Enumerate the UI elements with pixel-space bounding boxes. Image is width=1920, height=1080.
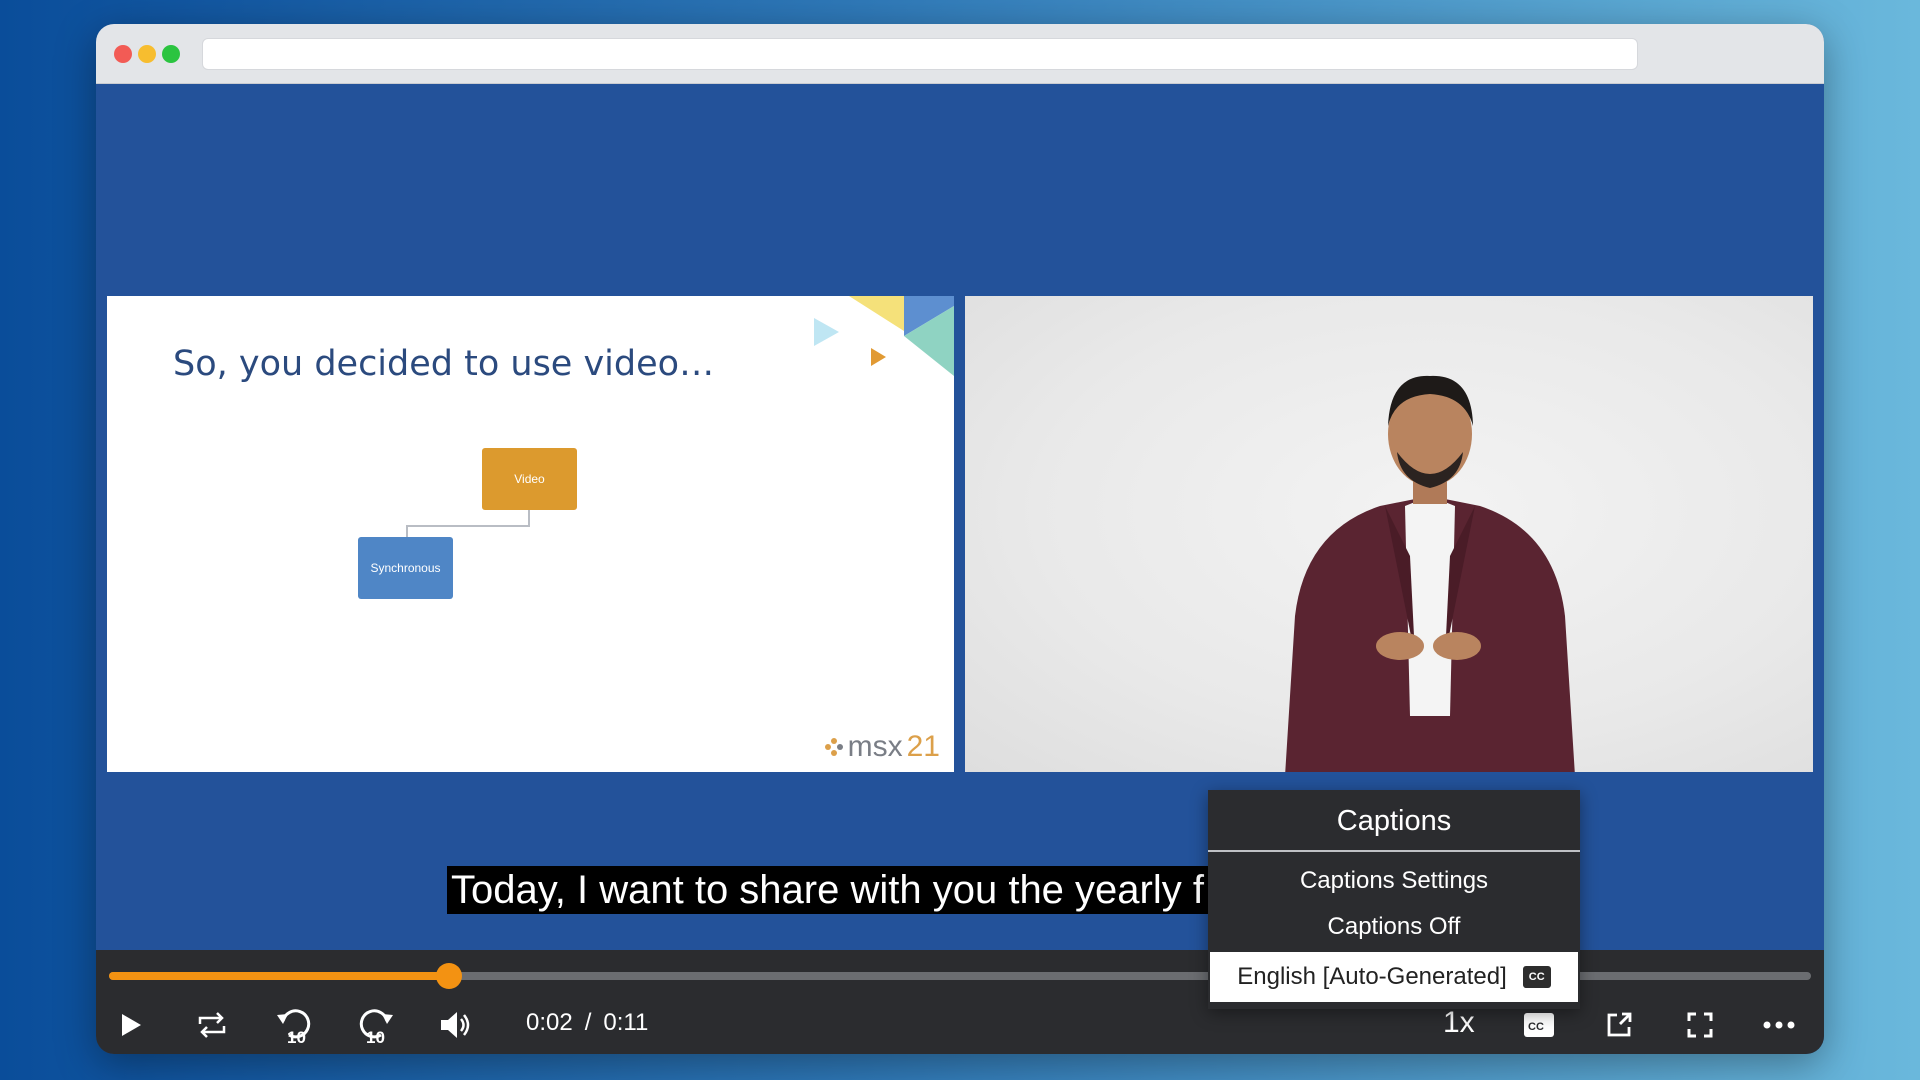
time-display: 0:02 / 0:11 xyxy=(526,1009,648,1037)
browser-toolbar xyxy=(96,24,1824,84)
volume-button[interactable] xyxy=(438,1005,474,1045)
msx21-logo: msx 21 xyxy=(824,730,940,764)
captions-button[interactable]: CC xyxy=(1522,1005,1556,1045)
seek-bar-progress xyxy=(109,972,450,980)
popout-button[interactable] xyxy=(1604,1005,1634,1045)
current-time: 0:02 xyxy=(526,1009,573,1036)
duration: 0:11 xyxy=(603,1009,649,1036)
presenter-video-panel xyxy=(965,296,1813,772)
logo-mark-icon xyxy=(824,738,843,756)
playback-speed-button[interactable]: 1x xyxy=(1443,1006,1475,1040)
more-options-button[interactable] xyxy=(1762,1005,1796,1045)
logo-number: 21 xyxy=(906,730,940,763)
more-icon xyxy=(1763,1021,1795,1029)
svg-text:10: 10 xyxy=(366,1028,385,1045)
loop-button[interactable] xyxy=(194,1005,230,1045)
slide-panel: So, you decided to use video… Video Sync… xyxy=(107,296,954,772)
diagram-connector xyxy=(406,510,530,527)
close-window-button[interactable] xyxy=(114,45,132,63)
volume-icon xyxy=(441,1012,470,1038)
diagram-connector xyxy=(406,525,408,537)
address-bar[interactable] xyxy=(202,38,1638,70)
rewind-10-icon: 10 xyxy=(277,1009,311,1045)
diagram-box-video: Video xyxy=(482,448,577,510)
captions-english-auto-item[interactable]: English [Auto-Generated] CC xyxy=(1210,952,1578,1002)
loop-icon xyxy=(198,1012,226,1038)
captions-menu-title: Captions xyxy=(1208,790,1580,852)
forward-10-icon: 10 xyxy=(359,1009,393,1045)
captions-settings-item[interactable]: Captions Settings xyxy=(1208,858,1580,904)
play-icon xyxy=(122,1014,141,1036)
cc-badge-icon: CC xyxy=(1522,966,1551,988)
captions-menu: Captions Captions Settings Captions Off … xyxy=(1208,790,1580,1009)
time-separator: / xyxy=(584,1009,592,1036)
svg-text:10: 10 xyxy=(287,1028,306,1045)
play-button[interactable] xyxy=(116,1005,146,1045)
slide-title: So, you decided to use video… xyxy=(173,344,715,384)
popout-icon xyxy=(1607,1012,1632,1037)
svg-text:CC: CC xyxy=(1528,1021,1544,1033)
diagram-box-synchronous: Synchronous xyxy=(358,537,453,599)
slide-decoration xyxy=(814,296,954,376)
logo-text: msx xyxy=(847,730,903,763)
fullscreen-icon xyxy=(1687,1012,1713,1038)
maximize-window-button[interactable] xyxy=(162,45,180,63)
fullscreen-button[interactable] xyxy=(1685,1005,1715,1045)
captions-off-item[interactable]: Captions Off xyxy=(1208,904,1580,950)
minimize-window-button[interactable] xyxy=(138,45,156,63)
rewind-10-button[interactable]: 10 xyxy=(274,1005,314,1045)
browser-window: So, you decided to use video… Video Sync… xyxy=(96,24,1824,1054)
captions-english-auto-label: English [Auto-Generated] xyxy=(1237,963,1507,990)
caption-text: Today, I want to share with you the year… xyxy=(447,866,1208,914)
presenter-image xyxy=(1285,375,1575,772)
seek-bar-handle[interactable] xyxy=(436,963,463,989)
forward-10-button[interactable]: 10 xyxy=(356,1005,396,1045)
cc-icon: CC xyxy=(1524,1013,1554,1037)
